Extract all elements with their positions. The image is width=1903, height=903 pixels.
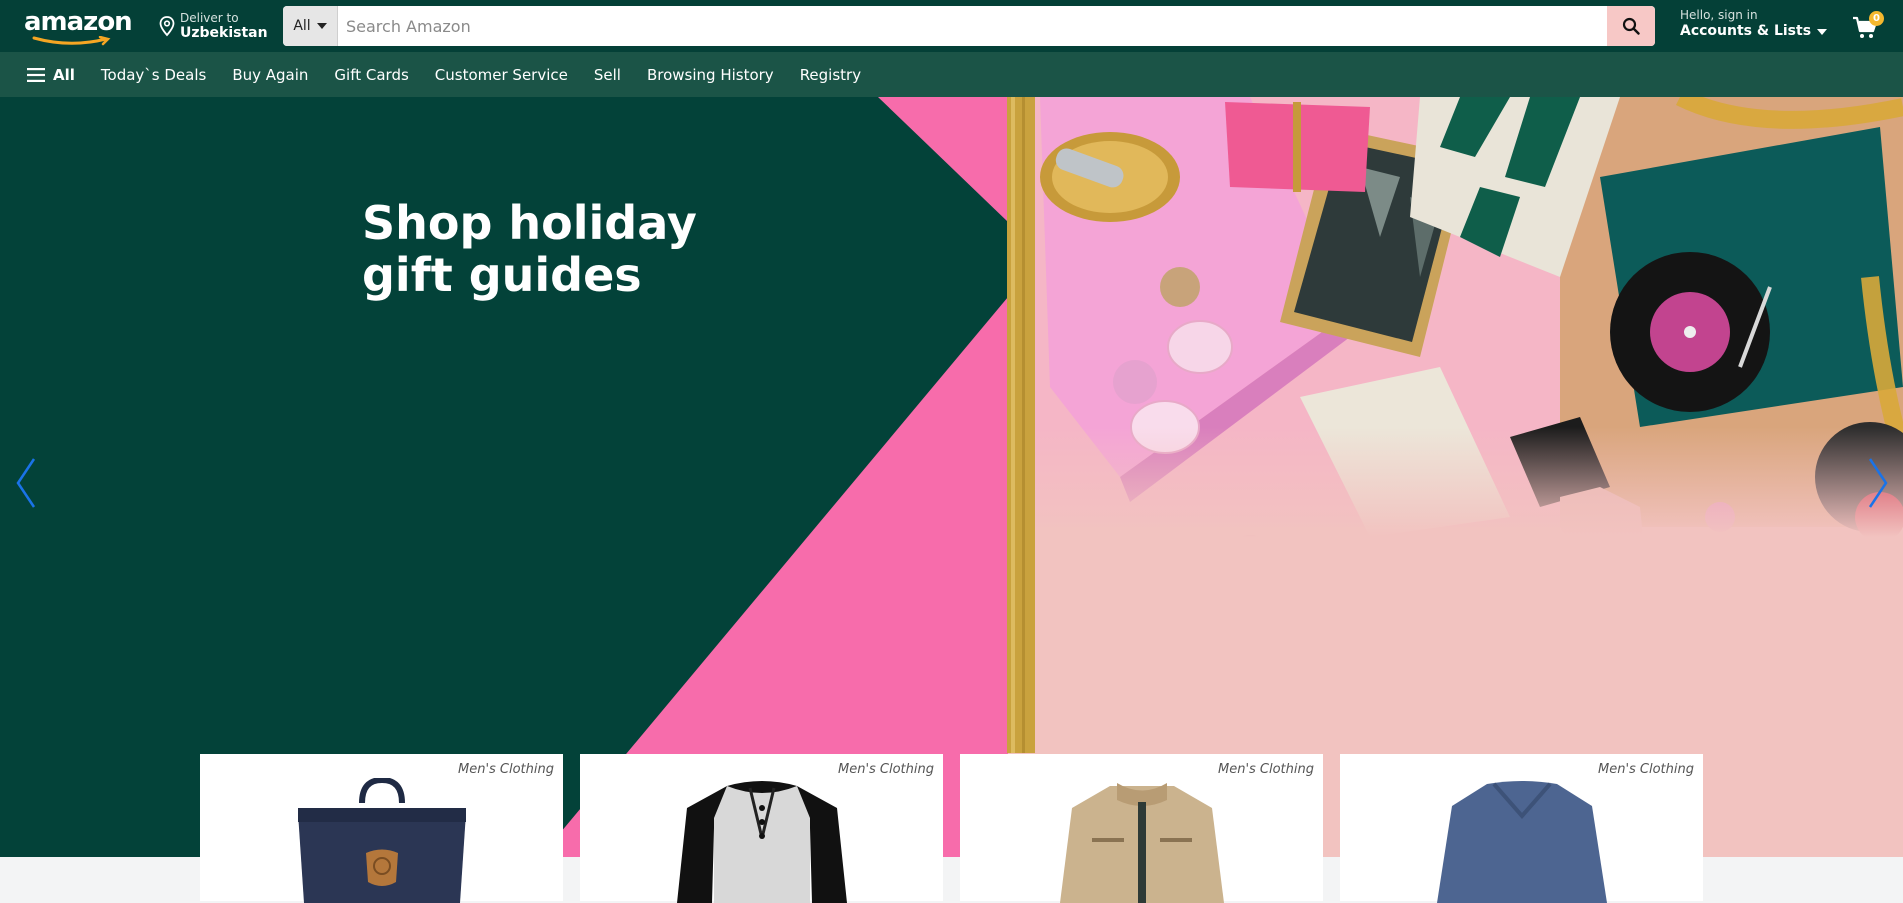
product-card-sweater[interactable]: Men's Clothing <box>1340 754 1703 903</box>
nav-todays-deals[interactable]: Today`s Deals <box>101 66 206 84</box>
cart-button[interactable]: 0 <box>1852 11 1886 40</box>
search-button[interactable] <box>1607 6 1655 46</box>
search-icon <box>1622 17 1640 35</box>
jacket-image <box>1059 783 1224 903</box>
nav-gift-cards[interactable]: Gift Cards <box>334 66 408 84</box>
account-greeting: Hello, sign in <box>1680 8 1758 22</box>
deliver-label: Deliver to <box>180 10 239 25</box>
product-category-label: Men's Clothing <box>1597 762 1694 777</box>
hero-headline-line2: gift guides <box>362 248 642 302</box>
backpack-image <box>297 778 466 903</box>
nav-sell[interactable]: Sell <box>594 66 621 84</box>
henley-shirt-image <box>676 781 847 903</box>
product-card-henley-shirt[interactable]: Men's Clothing <box>580 754 943 903</box>
sweater-image <box>1436 781 1607 903</box>
location-pin-icon <box>159 16 175 37</box>
product-category-label: Men's Clothing <box>837 762 934 777</box>
carousel-next-arrow-icon[interactable] <box>1862 453 1896 513</box>
amazon-logo[interactable]: amazon <box>24 7 133 46</box>
top-header: amazon Deliver to Uzbekistan All He <box>0 0 1903 52</box>
nav-browsing-history[interactable]: Browsing History <box>647 66 774 84</box>
hero-banner-image <box>0 97 1903 857</box>
product-card-backpack[interactable]: Men's Clothing <box>200 754 563 903</box>
nav-customer-service[interactable]: Customer Service <box>435 66 568 84</box>
deliver-to-location[interactable]: Deliver to Uzbekistan <box>158 10 268 42</box>
hamburger-menu-icon <box>27 67 45 82</box>
search-category-dropdown[interactable]: All <box>283 6 338 46</box>
chevron-down-icon <box>316 23 327 29</box>
search-bar: All <box>283 6 1655 46</box>
all-menu-label: All <box>53 65 75 84</box>
nav-strip: All Today`s Deals Buy Again Gift Cards C… <box>0 52 1903 97</box>
logo-smile-icon <box>32 36 111 46</box>
nav-registry[interactable]: Registry <box>800 66 861 84</box>
cart-count-badge: 0 <box>1869 11 1884 26</box>
nav-buy-again[interactable]: Buy Again <box>232 66 308 84</box>
product-category-label: Men's Clothing <box>457 762 554 777</box>
logo-wordmark: amazon <box>24 7 133 37</box>
hero-carousel[interactable]: Shop holiday gift guides <box>0 97 1903 857</box>
account-lists-menu[interactable]: Hello, sign in Accounts & Lists <box>1680 8 1828 40</box>
search-category-label: All <box>293 18 311 34</box>
hero-headline-line1: Shop holiday <box>362 196 697 250</box>
product-category-label: Men's Clothing <box>1217 762 1314 777</box>
carousel-prev-arrow-icon[interactable] <box>8 453 42 513</box>
search-input[interactable] <box>338 6 1607 46</box>
deliver-country: Uzbekistan <box>180 24 268 41</box>
account-lists-label: Accounts & Lists <box>1680 23 1812 39</box>
all-menu-button[interactable]: All <box>27 66 75 84</box>
product-card-row: Men's Clothing Men's Clothing Men's Clot… <box>200 754 1704 903</box>
hero-headline[interactable]: Shop holiday gift guides <box>362 197 762 301</box>
product-card-jacket[interactable]: Men's Clothing <box>960 754 1323 903</box>
chevron-down-icon <box>1817 29 1828 35</box>
